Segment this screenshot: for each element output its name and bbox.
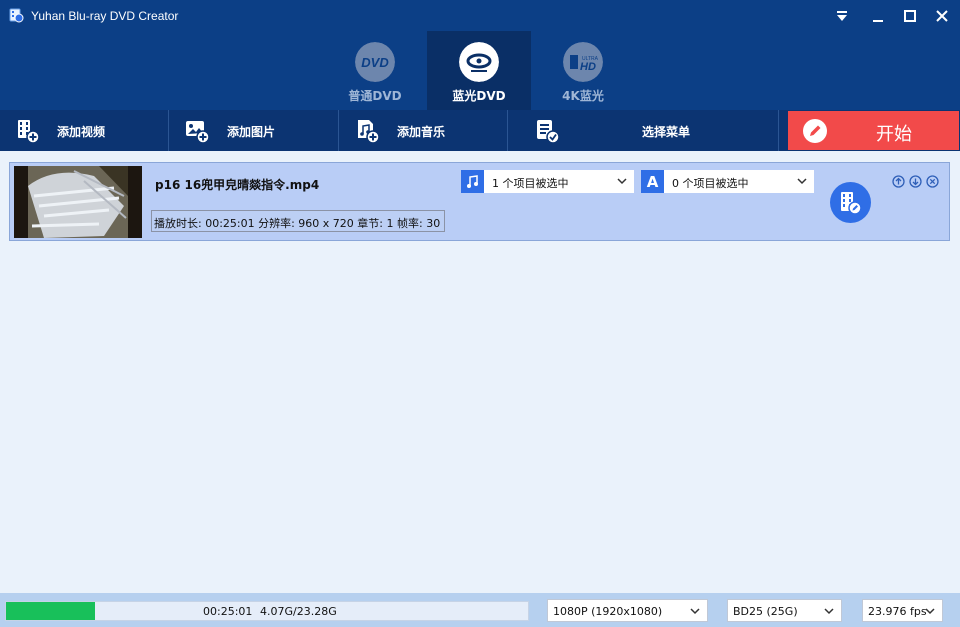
add-music-icon — [358, 120, 380, 144]
remove-item-icon[interactable] — [926, 175, 939, 188]
file-name: p16 16兜甲皃晴燚指令.mp4 — [155, 178, 320, 192]
add-video-icon — [18, 120, 40, 144]
list-item[interactable]: p16 16兜甲皃晴燚指令.mp4 播放时长: 00:25:01 分辨率: 96… — [9, 162, 950, 241]
mode-bar: DVD 普通DVD 蓝光DVD ULTRA HD 4K蓝光 — [0, 31, 960, 110]
ultra-hd-icon: ULTRA HD — [563, 42, 603, 82]
subtitle-value: 0 个项目被选中 — [672, 177, 749, 190]
select-menu-icon — [537, 120, 560, 144]
select-menu-label: 选择菜单 — [642, 125, 691, 139]
maximize-button[interactable] — [896, 4, 924, 28]
close-icon — [936, 10, 948, 22]
disc-type-value: BD25 (25G) — [733, 605, 798, 618]
bluray-disc-icon — [459, 42, 499, 82]
dvd-icon: DVD — [355, 42, 395, 82]
add-music-button[interactable]: 添加音乐 — [339, 110, 508, 151]
add-image-label: 添加图片 — [227, 125, 276, 139]
chevron-down-icon — [824, 608, 834, 615]
minimize-icon — [873, 20, 883, 22]
resolution-select[interactable]: 1080P (1920x1080) — [547, 599, 708, 622]
add-video-label: 添加视频 — [57, 125, 106, 139]
pencil-icon — [803, 119, 827, 143]
subtitle-select[interactable]: 0 个项目被选中 — [664, 170, 814, 193]
music-note-icon — [467, 175, 478, 188]
tab-4k-bluray[interactable]: ULTRA HD 4K蓝光 — [531, 31, 635, 110]
thumbnail-image — [14, 166, 142, 238]
title-bar: Yuhan Blu-ray DVD Creator — [0, 0, 960, 31]
chevron-down-icon — [690, 608, 700, 615]
subtitle-icon: A — [641, 170, 664, 193]
subtitle-icon-letter: A — [646, 172, 659, 191]
tab-label: 4K蓝光 — [562, 89, 604, 103]
svg-text:DVD: DVD — [361, 55, 389, 70]
total-duration: 00:25:01 — [203, 605, 253, 618]
status-bar: 00:25:01 4.07G/23.28G 1080P (1920x1080) … — [0, 593, 960, 627]
move-up-icon[interactable] — [892, 175, 905, 188]
add-image-button[interactable]: 添加图片 — [169, 110, 339, 151]
add-image-icon — [186, 121, 210, 144]
select-menu-button[interactable]: 选择菜单 — [508, 110, 779, 151]
dropdown-menu-button[interactable] — [828, 4, 856, 28]
start-label: 开始 — [876, 124, 912, 145]
disc-usage-progress: 00:25:01 4.07G/23.28G — [5, 601, 529, 621]
frame-rate-select[interactable]: 23.976 fps — [862, 599, 943, 622]
chevron-down-icon — [617, 178, 627, 185]
svg-text:HD: HD — [580, 61, 596, 73]
edit-video-icon — [841, 192, 862, 215]
tab-normal-dvd[interactable]: DVD 普通DVD — [323, 31, 427, 110]
close-button[interactable] — [928, 4, 956, 28]
add-video-button[interactable]: 添加视频 — [0, 110, 169, 151]
video-thumbnail[interactable] — [14, 166, 142, 238]
audio-track-icon — [461, 170, 484, 193]
audio-track-value: 1 个项目被选中 — [492, 177, 569, 190]
app-title: Yuhan Blu-ray DVD Creator — [31, 9, 179, 23]
frame-rate-value: 23.976 fps — [868, 605, 927, 618]
app-icon — [9, 8, 24, 23]
progress-fill — [6, 602, 95, 620]
file-list: p16 16兜甲皃晴燚指令.mp4 播放时长: 00:25:01 分辨率: 96… — [0, 151, 960, 593]
start-button[interactable]: 开始 — [788, 111, 959, 150]
tab-label: 普通DVD — [348, 89, 402, 103]
add-music-label: 添加音乐 — [397, 125, 446, 139]
tab-bluray-dvd[interactable]: 蓝光DVD — [427, 31, 531, 110]
maximize-icon — [904, 10, 916, 22]
resolution-value: 1080P (1920x1080) — [553, 605, 663, 618]
menu-caret-icon — [837, 11, 847, 21]
edit-video-button[interactable] — [830, 182, 871, 223]
minimize-button[interactable] — [864, 4, 892, 28]
audio-track-select[interactable]: 1 个项目被选中 — [484, 170, 634, 193]
disc-usage-size: 4.07G/23.28G — [260, 605, 337, 618]
file-info: 播放时长: 00:25:01 分辨率: 960 x 720 章节: 1 帧率: … — [151, 210, 445, 232]
disc-type-select[interactable]: BD25 (25G) — [727, 599, 842, 622]
chevron-down-icon — [797, 178, 807, 185]
chevron-down-icon — [925, 608, 935, 615]
move-down-icon[interactable] — [909, 175, 922, 188]
tab-label: 蓝光DVD — [452, 89, 506, 103]
